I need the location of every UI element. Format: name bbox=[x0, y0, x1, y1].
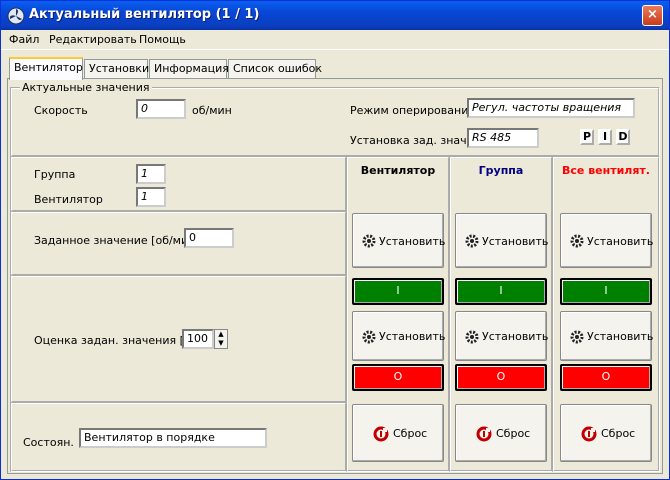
speed-value: 0 bbox=[136, 99, 186, 119]
fan-on-button[interactable]: I bbox=[352, 278, 444, 305]
ids-group: Группа 1 Вентилятор 1 bbox=[10, 156, 347, 212]
status-value: Вентилятор в порядке bbox=[79, 428, 267, 448]
menu-bar: Файл Редактировать Помощь bbox=[1, 30, 669, 50]
mode-value: Регул. частоты вращения bbox=[467, 98, 635, 118]
group-on-button[interactable]: I bbox=[455, 278, 547, 305]
all-set-label: Установить bbox=[587, 235, 654, 248]
main-window: Актуальный вентилятор (1 / 1) × Файл Ред… bbox=[0, 0, 670, 480]
title-bar: Актуальный вентилятор (1 / 1) × bbox=[1, 1, 669, 30]
all-gear-icon bbox=[570, 234, 584, 248]
fan-reset-button[interactable]: Сброс bbox=[352, 404, 444, 462]
spin-up-icon[interactable]: ▲ bbox=[215, 330, 227, 339]
status-group: Состоян. Вентилятор в порядке bbox=[10, 402, 347, 472]
tab-panel: Актуальные значения Скорость 0 об/мин Ре… bbox=[7, 78, 663, 474]
group-set-button-2[interactable]: Установить bbox=[455, 311, 549, 361]
all-reset-label: Сброс bbox=[601, 427, 636, 440]
pid-p-indicator: P bbox=[580, 129, 594, 145]
group-label: Группа bbox=[34, 168, 76, 181]
setpoint-input[interactable]: 0 bbox=[184, 228, 234, 248]
mode-label: Режим оперирования bbox=[350, 104, 475, 117]
setpoint-source-value: RS 485 bbox=[467, 128, 539, 148]
tab-fan[interactable]: Вентилятор bbox=[9, 57, 83, 80]
speed-unit: об/мин bbox=[192, 104, 232, 117]
group-set-label: Установить bbox=[482, 235, 549, 248]
rating-input[interactable]: 100 bbox=[182, 329, 214, 349]
pid-i-indicator: I bbox=[598, 129, 612, 145]
setpoint-label: Заданное значение [об/мин] bbox=[34, 234, 200, 247]
all-set-label-2: Установить bbox=[587, 330, 654, 343]
tab-settings[interactable]: Установки bbox=[84, 59, 149, 79]
fan-set-label-2: Установить bbox=[379, 330, 446, 343]
group-column-header: Группа bbox=[478, 164, 524, 177]
all-off-button[interactable]: O bbox=[560, 364, 652, 391]
group-command-column: Группа Установить I Установить O Сброс bbox=[449, 156, 553, 472]
group-gear-icon-2 bbox=[465, 330, 479, 344]
all-reset-icon bbox=[581, 426, 597, 442]
fan-id-value: 1 bbox=[136, 187, 166, 207]
rating-spinner[interactable]: ▲ ▼ bbox=[214, 329, 228, 349]
all-reset-button[interactable]: Сброс bbox=[560, 404, 652, 462]
close-button[interactable]: × bbox=[642, 5, 663, 26]
fan-gear-icon bbox=[362, 234, 376, 248]
group-off-button[interactable]: O bbox=[455, 364, 547, 391]
menu-help[interactable]: Помощь bbox=[139, 33, 186, 46]
fan-reset-icon bbox=[373, 426, 389, 442]
fan-set-button-2[interactable]: Установить bbox=[352, 311, 446, 361]
actual-values-legend: Актуальные значения bbox=[20, 81, 152, 94]
group-reset-icon bbox=[476, 426, 492, 442]
window-title: Актуальный вентилятор (1 / 1) bbox=[29, 7, 260, 22]
all-set-button[interactable]: Установить bbox=[560, 213, 654, 268]
fan-set-button[interactable]: Установить bbox=[352, 213, 446, 268]
fan-reset-label: Сброс bbox=[393, 427, 428, 440]
fan-off-button[interactable]: O bbox=[352, 364, 444, 391]
setpoint-source-label: Установка зад. знач. bbox=[350, 134, 471, 147]
menu-file[interactable]: Файл bbox=[9, 33, 39, 46]
fan-gear-icon-2 bbox=[362, 330, 376, 344]
group-gear-icon bbox=[465, 234, 479, 248]
group-set-button[interactable]: Установить bbox=[455, 213, 549, 268]
actual-values-group: Актуальные значения Скорость 0 об/мин Ре… bbox=[10, 81, 660, 157]
all-fans-column-header: Все вентилят. bbox=[562, 164, 650, 177]
spin-down-icon[interactable]: ▼ bbox=[215, 339, 227, 348]
fan-column-header: Вентилятор bbox=[360, 164, 436, 177]
group-set-label-2: Установить bbox=[482, 330, 549, 343]
fan-set-label: Установить bbox=[379, 235, 446, 248]
rating-label: Оценка задан. значения [%] bbox=[34, 334, 199, 347]
fan-command-column: Вентилятор Установить I Установить O Сбр… bbox=[346, 156, 450, 472]
group-reset-button[interactable]: Сброс bbox=[455, 404, 547, 462]
all-on-button[interactable]: I bbox=[560, 278, 652, 305]
pid-d-indicator: D bbox=[616, 129, 630, 145]
group-id-value: 1 bbox=[136, 164, 166, 184]
menu-edit[interactable]: Редактировать bbox=[49, 33, 137, 46]
tab-info[interactable]: Информация bbox=[149, 59, 229, 79]
all-set-button-2[interactable]: Установить bbox=[560, 311, 654, 361]
group-reset-label: Сброс bbox=[496, 427, 531, 440]
setpoint-group: Заданное значение [об/мин] 0 bbox=[10, 211, 347, 276]
fan-app-icon bbox=[7, 7, 25, 25]
all-fans-command-column: Все вентилят. Установить I Установить O … bbox=[552, 156, 660, 472]
tab-errors[interactable]: Список ошибок bbox=[228, 59, 322, 79]
status-label: Состоян. bbox=[23, 436, 74, 449]
rating-group: Оценка задан. значения [%] 100 ▲ ▼ bbox=[10, 275, 347, 403]
speed-label: Скорость bbox=[34, 104, 88, 117]
all-gear-icon-2 bbox=[570, 330, 584, 344]
fan-label: Вентилятор bbox=[34, 193, 103, 206]
